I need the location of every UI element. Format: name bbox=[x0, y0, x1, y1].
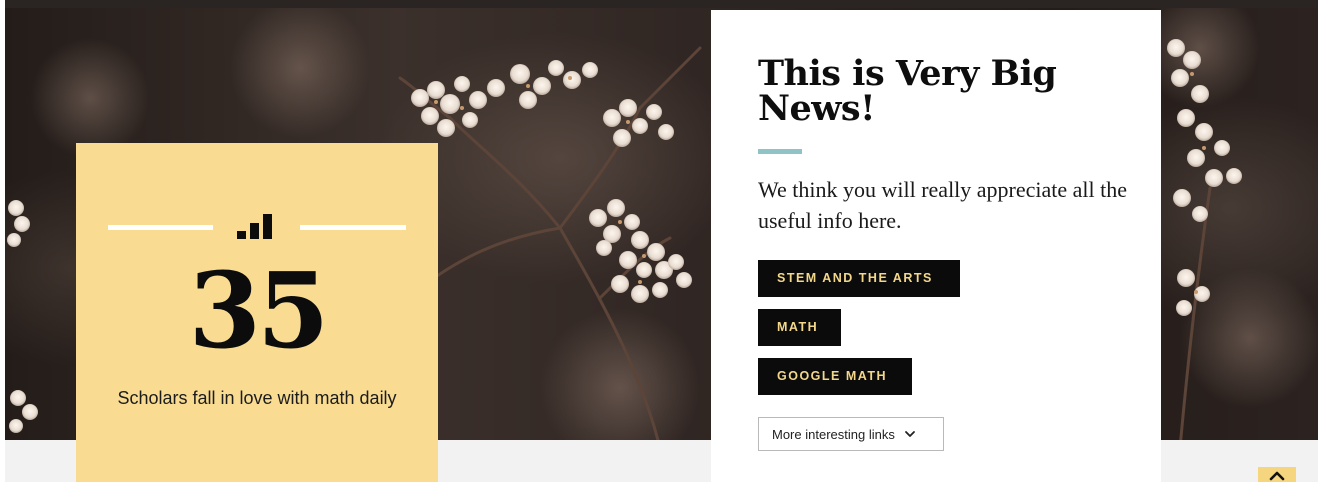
stat-divider-left bbox=[108, 225, 213, 230]
title-accent-bar bbox=[758, 149, 802, 154]
tag-button-math[interactable]: MATH bbox=[758, 309, 841, 346]
tag-button-stem-and-the-arts[interactable]: STEM AND THE ARTS bbox=[758, 260, 960, 297]
stat-divider-right bbox=[300, 225, 406, 230]
back-to-top-button[interactable] bbox=[1258, 467, 1296, 482]
news-title: This is Very Big News! bbox=[758, 53, 1057, 129]
arrow-up-icon bbox=[1269, 471, 1285, 481]
stat-number: 35 bbox=[188, 249, 330, 372]
stat-caption: Scholars fall in love with math daily bbox=[117, 388, 397, 408]
page-left-edge bbox=[0, 0, 5, 482]
bar-chart-icon bbox=[237, 214, 272, 239]
more-links-label: More interesting links bbox=[772, 426, 895, 442]
hero-section: 35 Scholars fall in love with math daily… bbox=[0, 0, 1318, 482]
news-card: This is Very Big News! We think you will… bbox=[711, 10, 1161, 482]
tag-button-google-math[interactable]: GOOGLE MATH bbox=[758, 358, 912, 395]
news-body: We think you will really appreciate all … bbox=[758, 177, 1128, 233]
stat-card: 35 Scholars fall in love with math daily bbox=[76, 143, 438, 482]
more-links-dropdown[interactable]: More interesting links bbox=[758, 417, 944, 451]
chevron-down-icon bbox=[904, 431, 915, 437]
